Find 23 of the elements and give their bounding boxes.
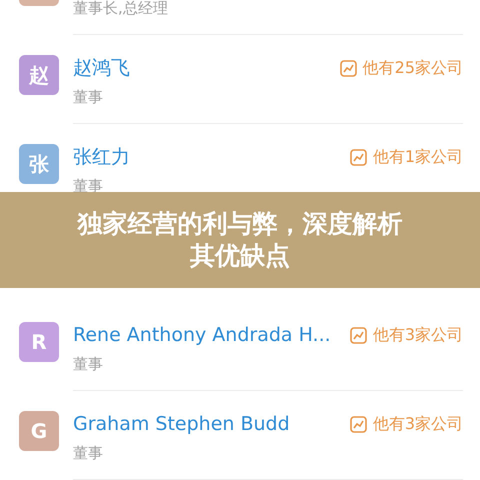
avatar: R (19, 322, 59, 362)
chart-icon (350, 416, 367, 432)
person-role: 董事 (73, 87, 103, 107)
person-name[interactable]: 赵鸿飞 (73, 55, 130, 81)
chart-icon (350, 148, 367, 166)
chart-icon (340, 60, 357, 76)
person-role: 董事 (73, 354, 103, 374)
companies-link[interactable]: 他有3家公司 (350, 411, 463, 437)
companies-link[interactable]: 他有3家公司 (350, 322, 463, 348)
person-name[interactable]: Graham Stephen Budd (73, 411, 290, 437)
banner-title: 独家经营的利与弊，深度解析 (78, 208, 402, 240)
person-name[interactable]: 张红力 (73, 144, 130, 170)
person-role: 董事 (73, 443, 103, 463)
person-name[interactable]: Rene Anthony Andrada H... (73, 322, 331, 348)
companies-link[interactable]: 他有25家公司 (340, 55, 463, 81)
banner-title: 其优缺点 (190, 240, 290, 272)
companies-link[interactable]: 他有1家公司 (350, 144, 463, 170)
avatar: 张 (19, 144, 59, 184)
avatar: 赵 (19, 55, 59, 95)
person-role: 董事 (73, 176, 103, 196)
person-role: 董事长,总经理 (73, 0, 168, 18)
chart-icon (350, 326, 367, 344)
avatar: G (19, 411, 59, 451)
